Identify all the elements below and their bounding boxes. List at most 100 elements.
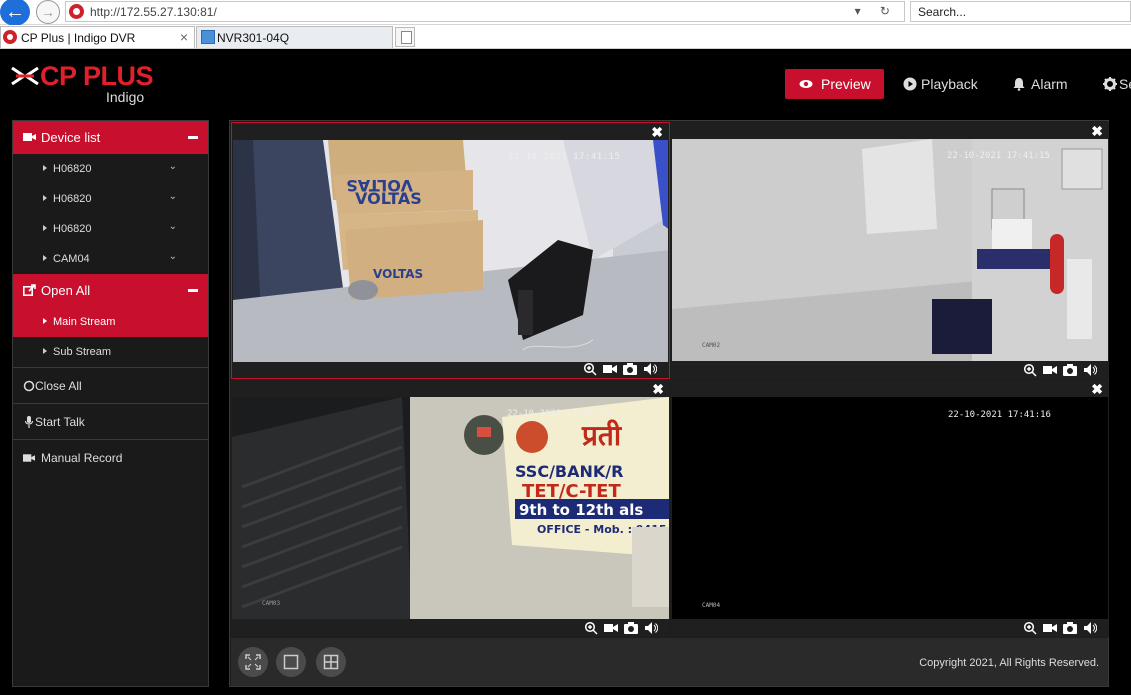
device-label: H06820 [53,193,92,205]
banner-text: TET/C-TET [522,481,621,502]
refresh-icon[interactable]: ▾ ↻ [855,4,898,18]
audio-icon[interactable] [1083,363,1097,377]
fullscreen-button[interactable] [238,647,268,677]
camera-label: CAM02 [702,342,720,349]
brand-subtitle: Indigo [106,89,145,105]
banner-text: प्रती [581,419,623,452]
start-talk-label: Start Talk [35,415,85,429]
camera-feed-image: 22-10-2021 17:41:15 CAM02 [672,139,1108,361]
audio-icon[interactable] [1083,621,1097,635]
chevron-down-icon[interactable]: ⌄ [169,161,177,172]
nav-playback-label: Playback [921,76,978,92]
device-item[interactable]: H06820 ⌄ [13,184,208,214]
zoom-icon[interactable] [1023,363,1037,377]
expand-arrow-icon [43,255,47,261]
close-tab-icon[interactable]: × [180,29,188,45]
device-list-label: Device list [41,130,101,145]
zoom-icon[interactable] [583,362,597,376]
record-icon[interactable] [1043,363,1057,377]
record-icon[interactable] [603,362,617,376]
open-all-header[interactable]: Open All [13,274,208,307]
manual-record-button[interactable]: Manual Record [13,439,208,475]
camera-feed[interactable]: प्रती SSC/BANK/R TET/C-TET 9th to 12th a… [232,397,669,619]
device-list-header[interactable]: Device list [13,121,208,154]
tab-favicon-icon [201,30,215,44]
expand-arrow-icon [43,348,47,354]
tab-nvr[interactable]: NVR301-04Q [196,26,393,48]
open-all-label: Open All [41,283,91,298]
zoom-icon[interactable] [584,621,598,635]
device-label: CAM04 [53,253,90,265]
layout-toolbar: Copyright 2021, All Rights Reserved. [231,638,1108,686]
device-item[interactable]: CAM04 ⌄ [13,244,208,274]
camera-window[interactable]: ✖ VOLTAS VOLTAS VOLTAS 22-10-2021 17:41:… [231,122,670,379]
collapse-icon[interactable] [188,289,198,292]
zoom-icon[interactable] [1023,621,1037,635]
banner-text: 9th to 12th als [519,501,643,519]
camera-toolbar [1023,621,1103,635]
record-icon[interactable] [1043,621,1057,635]
collapse-icon[interactable] [188,136,198,139]
single-square-icon [283,654,299,670]
copyright-text: Copyright 2021, All Rights Reserved. [919,657,1099,669]
video-grid: ✖ VOLTAS VOLTAS VOLTAS 22-10-2021 17:41:… [229,120,1109,687]
close-camera-icon[interactable]: ✖ [651,124,663,141]
snapshot-icon[interactable] [624,621,638,635]
nav-preview[interactable]: Preview [785,69,884,99]
camera-label: CAM03 [262,600,280,607]
audio-icon[interactable] [644,621,658,635]
record-icon[interactable] [604,621,618,635]
chevron-down-icon[interactable]: ⌄ [169,221,177,232]
camera-window[interactable]: ✖ प्रती SSC/BANK/R TET/C-TET 9th to 12th… [231,380,670,637]
camera-timestamp: 22-10-2021 17:41:15 [508,152,620,162]
camera-feed[interactable]: VOLTAS VOLTAS VOLTAS 22-10-2021 17:41:15 [233,140,668,362]
camera-feed[interactable]: 22-10-2021 17:41:16 CAM04 [672,397,1108,619]
close-camera-icon[interactable]: ✖ [1091,123,1103,140]
stream-item-main[interactable]: Main Stream [13,307,208,337]
stream-item-sub[interactable]: Sub Stream [13,337,208,367]
browser-toolbar: ← → http://172.55.27.130:81/ ▾ ↻ Search.… [0,0,1131,26]
box-label: VOLTAS [373,267,423,281]
quad-view-button[interactable] [316,647,346,677]
close-camera-icon[interactable]: ✖ [1091,381,1103,398]
browser-search-input[interactable]: Search... [910,1,1131,22]
new-tab-button[interactable] [395,27,415,47]
close-all-button[interactable]: Close All [13,367,208,403]
nav-alarm[interactable]: Alarm [1004,69,1084,99]
nav-setup[interactable]: Se [1095,69,1131,99]
grid-four-icon [323,654,339,670]
single-view-button[interactable] [276,647,306,677]
snapshot-icon[interactable] [1063,621,1077,635]
device-item[interactable]: H06820 ⌄ [13,214,208,244]
back-button[interactable]: ← [0,0,30,26]
close-camera-icon[interactable]: ✖ [652,381,664,398]
url-text: http://172.55.27.130:81/ [90,5,217,19]
sidebar: Device list H06820 ⌄ H06820 ⌄ H06820 ⌄ C… [12,120,209,687]
camera-timestamp: 22-10-2021 17:41:15 [507,409,610,419]
stream-label: Sub Stream [53,346,112,358]
device-item[interactable]: H06820 ⌄ [13,154,208,184]
snapshot-icon[interactable] [623,362,637,376]
fullscreen-icon [245,654,261,670]
address-bar[interactable]: http://172.55.27.130:81/ ▾ ↻ [65,1,905,22]
expand-arrow-icon [43,225,47,231]
search-placeholder: Search... [918,5,967,19]
camera-window[interactable]: ✖ 22-10-2021 17:41:15 CAM02 [671,122,1109,379]
snapshot-icon[interactable] [1063,363,1077,377]
tab-cp-plus[interactable]: CP Plus | Indigo DVR × [0,26,195,48]
expand-arrow-icon [43,165,47,171]
start-talk-button[interactable]: Start Talk [13,403,208,439]
audio-icon[interactable] [643,362,657,376]
camera-feed-image: प्रती SSC/BANK/R TET/C-TET 9th to 12th a… [232,397,669,619]
logo-mark-icon [11,66,39,86]
forward-button[interactable]: → [36,0,60,24]
camera-feed[interactable]: 22-10-2021 17:41:15 CAM02 [672,139,1108,361]
tab-label: CP Plus | Indigo DVR [21,31,136,45]
chevron-down-icon[interactable]: ⌄ [169,191,177,202]
nav-playback[interactable]: Playback [895,69,990,99]
chevron-down-icon[interactable]: ⌄ [169,251,177,262]
microphone-icon [24,416,34,428]
camera-feed-image: 22-10-2021 17:41:16 CAM04 [672,397,1108,619]
camera-window[interactable]: ✖ 22-10-2021 17:41:16 CAM04 [671,380,1109,637]
brand-name: CP PLUS [40,61,154,91]
